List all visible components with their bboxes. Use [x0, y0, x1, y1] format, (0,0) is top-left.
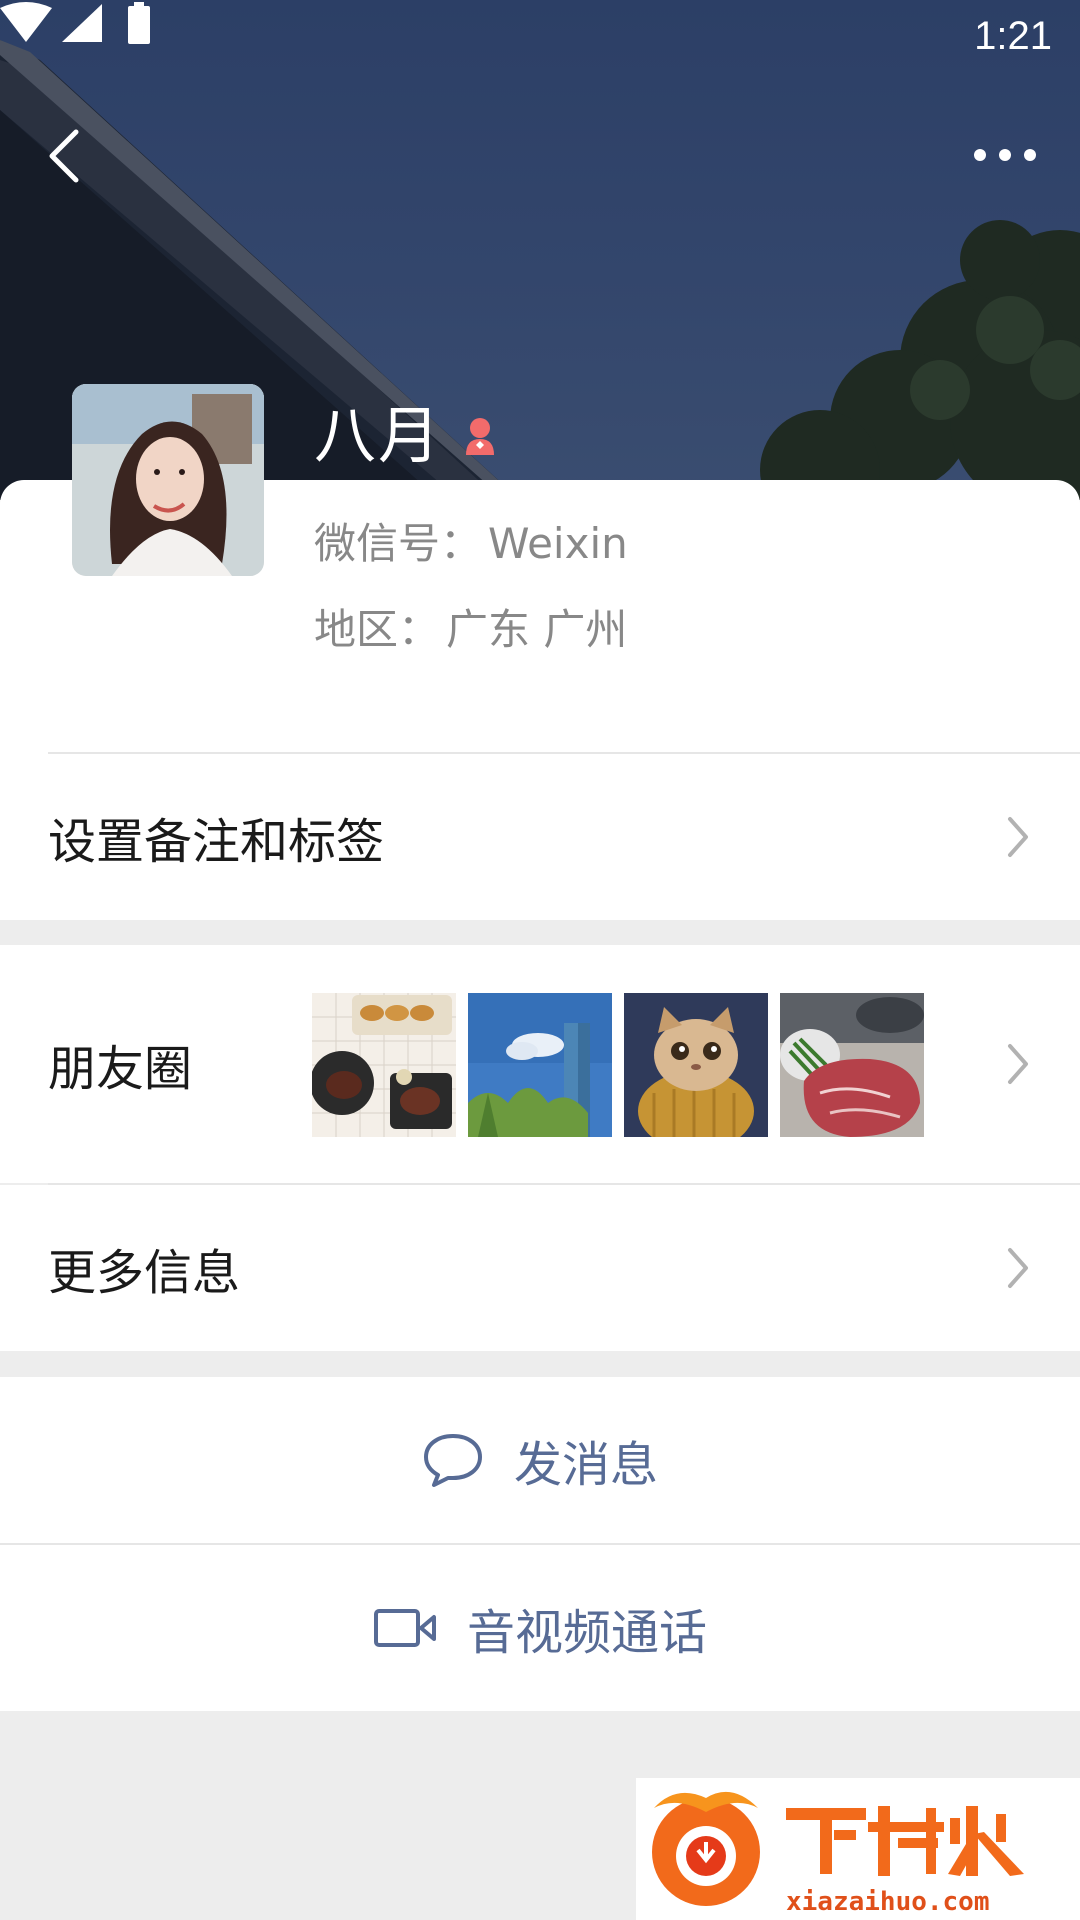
moments-label: 朋友圈 [48, 1041, 193, 1097]
moments-thumbnail-food [312, 993, 456, 1137]
moments-row[interactable]: 朋友圈 [0, 945, 1080, 1183]
moments-thumbnail-meat [780, 993, 924, 1137]
profile-name-row: 八月 [314, 390, 502, 472]
battery-icon [128, 6, 150, 44]
chevron-right-icon [1008, 1044, 1028, 1084]
profile-name: 八月 [314, 399, 443, 472]
video-call-button[interactable]: 音视频通话 [0, 1545, 1080, 1711]
status-time: 1:21 [974, 14, 1052, 58]
signal-icon [62, 4, 102, 42]
back-button[interactable] [40, 124, 90, 188]
region-value: 广东 广州 [446, 605, 628, 654]
video-call-label: 音视频通话 [466, 1605, 707, 1661]
wechat-id-label: 微信号： [314, 519, 483, 568]
status-bar: 1:21 [0, 0, 1080, 78]
avatar[interactable] [72, 384, 264, 576]
send-message-label: 发消息 [513, 1437, 658, 1493]
wechat-id-value: Weixin [488, 519, 628, 568]
video-camera-icon [373, 1609, 436, 1647]
more-dots-icon [974, 149, 1036, 161]
more-button[interactable] [970, 140, 1040, 170]
region-line: 地区： 广东 广州 [314, 596, 627, 657]
status-icons [0, 2, 150, 44]
wifi-icon [0, 2, 52, 42]
send-message-button[interactable]: 发消息 [0, 1377, 1080, 1543]
chat-bubble-icon [423, 1434, 482, 1487]
moments-thumbnails [312, 993, 924, 1137]
moments-thumbnail-sky [468, 993, 612, 1137]
female-icon [466, 418, 495, 455]
more-info-label: 更多信息 [48, 1245, 241, 1301]
region-label: 地区： [314, 605, 441, 654]
more-info-row[interactable]: 更多信息 [0, 1185, 1080, 1351]
chevron-right-icon [1008, 817, 1028, 857]
watermark-logo: xiazaihuo.com [636, 1778, 1080, 1920]
set-remark-tags-label: 设置备注和标签 [48, 814, 385, 870]
watermark-site-text: xiazaihuo.com [786, 1887, 990, 1917]
back-arrow-icon [49, 129, 79, 183]
wechat-id-line: 微信号： Weixin [314, 510, 628, 571]
chevron-right-icon [1008, 1248, 1028, 1288]
moments-thumbnail-cat [624, 993, 768, 1137]
set-remark-tags-row[interactable]: 设置备注和标签 [0, 754, 1080, 920]
contact-profile-screen: 1:21 八月 微信号： Weixin 地区： 广东 广州 设置备注和标签 朋友… [0, 0, 1080, 1920]
